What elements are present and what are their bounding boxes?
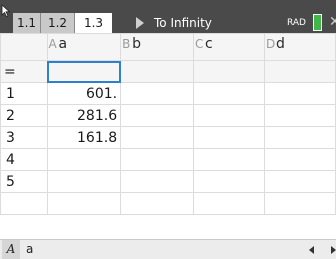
table-row: 3 161.8 <box>0 126 336 149</box>
tab-1-2[interactable]: 1.2 <box>41 13 75 33</box>
formula-cell-a[interactable] <box>46 60 122 83</box>
column-name: a <box>58 36 68 52</box>
play-icon <box>136 17 144 29</box>
column-name: b <box>132 36 141 52</box>
cell-a4[interactable] <box>46 148 122 171</box>
cell-d1[interactable] <box>264 82 336 105</box>
close-icon[interactable]: ✕ <box>329 15 336 29</box>
cell-c3[interactable] <box>193 126 266 149</box>
table-row <box>0 192 336 215</box>
row-number: 5 <box>0 170 48 193</box>
column-letter: D <box>266 37 276 51</box>
column-header-c[interactable]: C c <box>193 33 266 61</box>
entry-cell-reference: A <box>2 240 20 259</box>
cell-c6[interactable] <box>193 192 266 215</box>
column-header-row: A a B b C c D d <box>0 33 336 61</box>
arrow-left-icon[interactable] <box>309 246 314 254</box>
row-number: 2 <box>0 104 48 127</box>
top-bar: 1.1 1.2 1.3 To Infinity RAD ✕ <box>0 0 336 33</box>
row-number: 1 <box>0 82 48 105</box>
cell-b3[interactable] <box>120 126 195 149</box>
table-row: 2 281.6 <box>0 104 336 127</box>
row-number <box>0 192 48 215</box>
cell-a5[interactable] <box>46 170 122 193</box>
corner-cell <box>0 33 48 61</box>
entry-line[interactable]: A a <box>0 239 336 259</box>
tab-1-1[interactable]: 1.1 <box>13 13 41 33</box>
cursor-arrow-icon <box>1 4 11 17</box>
spreadsheet-grid: A a B b C c D d = 1 601. 2 281.6 3 161.8… <box>0 33 336 239</box>
formula-cell-c[interactable] <box>193 60 266 83</box>
cell-c2[interactable] <box>193 104 266 127</box>
column-header-d[interactable]: D d <box>264 33 336 61</box>
cell-a6[interactable] <box>46 192 122 215</box>
formula-cell-b[interactable] <box>120 60 195 83</box>
column-header-b[interactable]: B b <box>120 33 195 61</box>
column-letter: C <box>195 37 204 51</box>
row-number: 4 <box>0 148 48 171</box>
table-row: 1 601. <box>0 82 336 105</box>
formula-cell-d[interactable] <box>264 60 336 83</box>
cell-a2[interactable]: 281.6 <box>46 104 122 127</box>
formula-row-label: = <box>0 60 48 83</box>
cell-b6[interactable] <box>120 192 195 215</box>
column-header-a[interactable]: A a <box>46 33 122 61</box>
column-name: d <box>276 36 285 52</box>
column-letter: B <box>122 37 131 51</box>
table-row: 4 <box>0 148 336 171</box>
cell-b2[interactable] <box>120 104 195 127</box>
tab-1-3[interactable]: 1.3 <box>75 13 112 33</box>
cell-b5[interactable] <box>120 170 195 193</box>
column-name: c <box>205 36 213 52</box>
cell-b1[interactable] <box>120 82 195 105</box>
cell-d2[interactable] <box>264 104 336 127</box>
angle-mode-indicator: RAD <box>287 18 306 28</box>
battery-icon <box>313 14 322 31</box>
entry-value[interactable]: a <box>26 240 33 259</box>
cell-c5[interactable] <box>193 170 266 193</box>
cell-a3[interactable]: 161.8 <box>46 126 122 149</box>
cell-d6[interactable] <box>264 192 336 215</box>
row-number: 3 <box>0 126 48 149</box>
cell-b4[interactable] <box>120 148 195 171</box>
arrow-right-icon[interactable] <box>331 246 336 254</box>
table-row: 5 <box>0 170 336 193</box>
column-letter: A <box>48 37 57 51</box>
cell-a1[interactable]: 601. <box>46 82 122 105</box>
document-title: To Infinity <box>154 16 212 30</box>
cell-c4[interactable] <box>193 148 266 171</box>
cell-d5[interactable] <box>264 170 336 193</box>
cell-d3[interactable] <box>264 126 336 149</box>
formula-row: = <box>0 60 336 83</box>
cell-d4[interactable] <box>264 148 336 171</box>
cell-c1[interactable] <box>193 82 266 105</box>
